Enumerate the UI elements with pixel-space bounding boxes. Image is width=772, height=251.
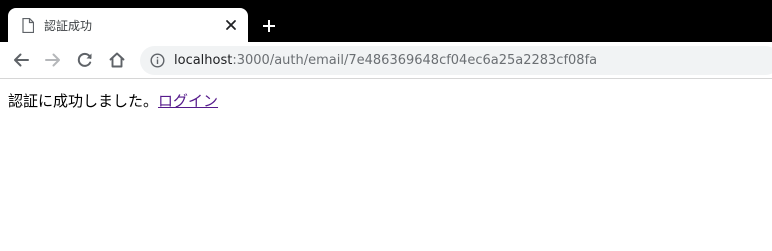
tab-active[interactable]: 認証成功: [8, 8, 248, 42]
plus-icon[interactable]: [260, 17, 278, 35]
arrow-right-icon[interactable]: [43, 50, 63, 70]
page-content: 認証に成功しました。ログイン: [8, 90, 218, 111]
reload-icon[interactable]: [75, 50, 95, 70]
close-icon[interactable]: [224, 18, 238, 32]
url-path: :3000/auth/email/7e486369648cf04ec6a25a2…: [232, 53, 598, 68]
browser-toolbar: localhost:3000/auth/email/7e486369648cf0…: [0, 42, 772, 79]
tab-strip: 認証成功: [0, 0, 772, 42]
home-icon[interactable]: [107, 50, 127, 70]
success-message: 認証に成功しました。: [8, 92, 159, 110]
login-link[interactable]: ログイン: [158, 92, 218, 110]
url-text[interactable]: localhost:3000/auth/email/7e486369648cf0…: [174, 53, 597, 68]
address-bar[interactable]: localhost:3000/auth/email/7e486369648cf0…: [140, 46, 772, 75]
document-icon: [22, 18, 34, 33]
url-host: localhost: [174, 53, 233, 68]
arrow-left-icon[interactable]: [11, 50, 31, 70]
tab-title: 認証成功: [44, 19, 93, 33]
info-icon[interactable]: [150, 53, 165, 68]
